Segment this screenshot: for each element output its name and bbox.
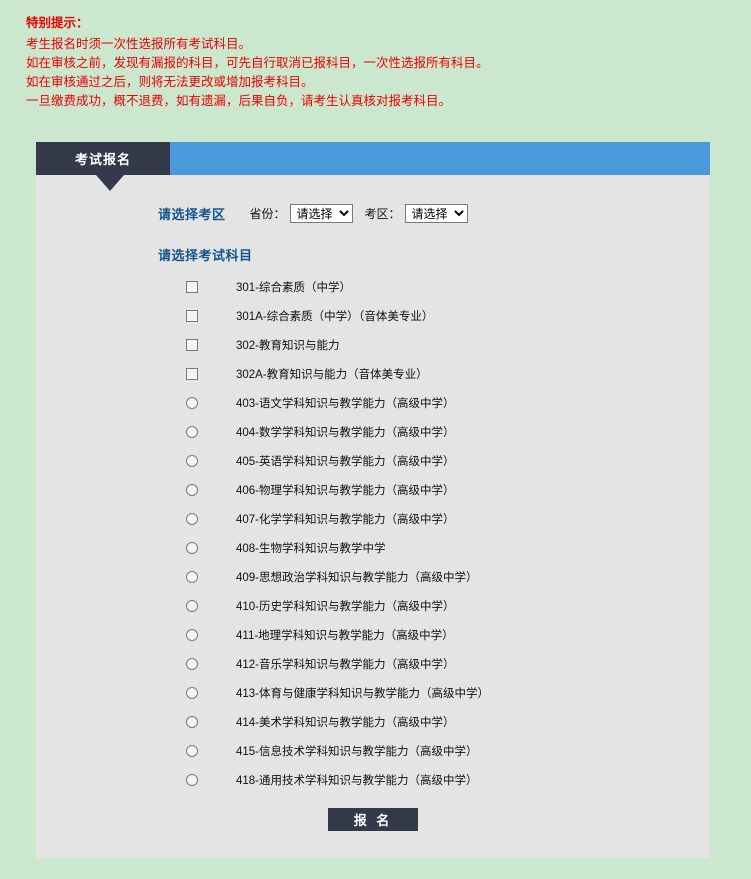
register-submit-button[interactable]: 报 名 xyxy=(328,808,418,831)
subjects-section-heading: 请选择考试科目 xyxy=(158,248,253,263)
subject-label: 411-地理学科知识与教学能力（高级中学） xyxy=(236,629,454,642)
subject-row[interactable]: 406-物理学科知识与教学能力（高级中学） xyxy=(186,475,686,504)
subject-row[interactable]: 413-体育与健康学科知识与教学能力（高级中学） xyxy=(186,678,686,707)
district-select[interactable]: 请选择 xyxy=(404,204,468,223)
subject-radio[interactable] xyxy=(186,628,198,641)
subject-label: 302-教育知识与能力 xyxy=(236,339,340,352)
notice-line-2: 如在审核之前，发现有漏报的科目，可先自行取消已报科目，一次性选报所有科目。 xyxy=(26,56,489,70)
subject-radio[interactable] xyxy=(186,599,198,612)
subject-row[interactable]: 403-语文学科知识与教学能力（高级中学） xyxy=(186,388,686,417)
subject-radio[interactable] xyxy=(186,686,198,699)
subject-row[interactable]: 418-通用技术学科知识与教学能力（高级中学） xyxy=(186,765,686,794)
subject-label: 302A-教育知识与能力（音体美专业） xyxy=(236,368,428,381)
subject-label: 412-音乐学科知识与教学能力（高级中学） xyxy=(236,658,455,671)
subject-row[interactable]: 415-信息技术学科知识与教学能力（高级中学） xyxy=(186,736,686,765)
subject-checkbox[interactable] xyxy=(186,338,198,351)
region-section-label: 请选择考区 xyxy=(158,207,226,222)
tab-label: 考试报名 xyxy=(74,152,131,167)
subject-label: 403-语文学科知识与教学能力（高级中学） xyxy=(236,397,455,410)
subject-row[interactable]: 404-数学学科知识与教学能力（高级中学） xyxy=(186,417,686,446)
region-selector-row: 请选择考区 省份： 请选择 考区： 请选择 xyxy=(158,204,468,223)
subject-radio[interactable] xyxy=(186,773,198,786)
province-label: 省份： xyxy=(249,207,286,221)
subject-label: 414-美术学科知识与教学能力（高级中学） xyxy=(236,716,455,729)
subject-checkbox[interactable] xyxy=(186,367,198,380)
tab-exam-registration[interactable]: 考试报名 xyxy=(36,142,170,175)
subject-radio[interactable] xyxy=(186,454,198,467)
subject-label: 410-历史学科知识与教学能力（高级中学） xyxy=(236,600,455,613)
subject-label: 301-综合素质（中学） xyxy=(236,281,352,294)
subject-checkbox[interactable] xyxy=(186,309,198,322)
submit-row: 报 名 xyxy=(36,808,710,831)
subject-label: 405-英语学科知识与教学能力（高级中学） xyxy=(236,455,455,468)
subject-row[interactable]: 301-综合素质（中学） xyxy=(186,272,686,301)
panel-header-bar: 考试报名 xyxy=(36,142,710,191)
subject-label: 415-信息技术学科知识与教学能力（高级中学） xyxy=(236,745,478,758)
subject-row[interactable]: 408-生物学科知识与教学中学 xyxy=(186,533,686,562)
subject-label: 407-化学学科知识与教学能力（高级中学） xyxy=(236,513,455,526)
subject-radio[interactable] xyxy=(186,744,198,757)
notice-line-4: 一旦缴费成功，概不退费，如有遗漏，后果自负，请考生认真核对报考科目。 xyxy=(26,94,452,108)
subject-radio[interactable] xyxy=(186,715,198,728)
subject-radio[interactable] xyxy=(186,570,198,583)
subject-radio[interactable] xyxy=(186,425,198,438)
subject-radio[interactable] xyxy=(186,483,198,496)
notice-block: 特别提示： 考生报名时须一次性选报所有考试科目。 如在审核之前，发现有漏报的科目… xyxy=(0,0,751,111)
subject-label: 301A-综合素质（中学）（音体美专业） xyxy=(236,310,434,323)
registration-panel: 考试报名 请选择考区 省份： 请选择 考区： 请选择 请选择考试科目 301-综… xyxy=(36,142,710,858)
subject-row[interactable]: 407-化学学科知识与教学能力（高级中学） xyxy=(186,504,686,533)
subject-row[interactable]: 409-思想政治学科知识与教学能力（高级中学） xyxy=(186,562,686,591)
subject-label: 406-物理学科知识与教学能力（高级中学） xyxy=(236,484,455,497)
tab-pointer-triangle xyxy=(96,175,124,191)
subject-label: 404-数学学科知识与教学能力（高级中学） xyxy=(236,426,455,439)
subject-checkbox[interactable] xyxy=(186,280,198,293)
subject-label: 413-体育与健康学科知识与教学能力（高级中学） xyxy=(236,687,490,700)
notice-line-1: 考生报名时须一次性选报所有考试科目。 xyxy=(26,37,252,51)
subject-row[interactable]: 302A-教育知识与能力（音体美专业） xyxy=(186,359,686,388)
subject-list: 301-综合素质（中学） 301A-综合素质（中学）（音体美专业） 302-教育知识… xyxy=(186,272,686,794)
subject-radio[interactable] xyxy=(186,396,198,409)
subject-row[interactable]: 410-历史学科知识与教学能力（高级中学） xyxy=(186,591,686,620)
province-select[interactable]: 请选择 xyxy=(289,204,353,223)
subject-row[interactable]: 302-教育知识与能力 xyxy=(186,330,686,359)
subject-label: 408-生物学科知识与教学中学 xyxy=(236,542,386,555)
district-label: 考区： xyxy=(364,207,401,221)
subject-radio[interactable] xyxy=(186,541,198,554)
subject-row[interactable]: 412-音乐学科知识与教学能力（高级中学） xyxy=(186,649,686,678)
subject-label: 409-思想政治学科知识与教学能力（高级中学） xyxy=(236,571,478,584)
notice-line-3: 如在审核通过之后，则将无法更改或增加报考科目。 xyxy=(26,75,314,89)
subject-row[interactable]: 414-美术学科知识与教学能力（高级中学） xyxy=(186,707,686,736)
subject-row[interactable]: 405-英语学科知识与教学能力（高级中学） xyxy=(186,446,686,475)
subject-radio[interactable] xyxy=(186,657,198,670)
subject-row[interactable]: 301A-综合素质（中学）（音体美专业） xyxy=(186,301,686,330)
subject-row[interactable]: 411-地理学科知识与教学能力（高级中学） xyxy=(186,620,686,649)
subject-radio[interactable] xyxy=(186,512,198,525)
subject-label: 418-通用技术学科知识与教学能力（高级中学） xyxy=(236,774,478,787)
notice-title: 特别提示： xyxy=(26,16,89,30)
